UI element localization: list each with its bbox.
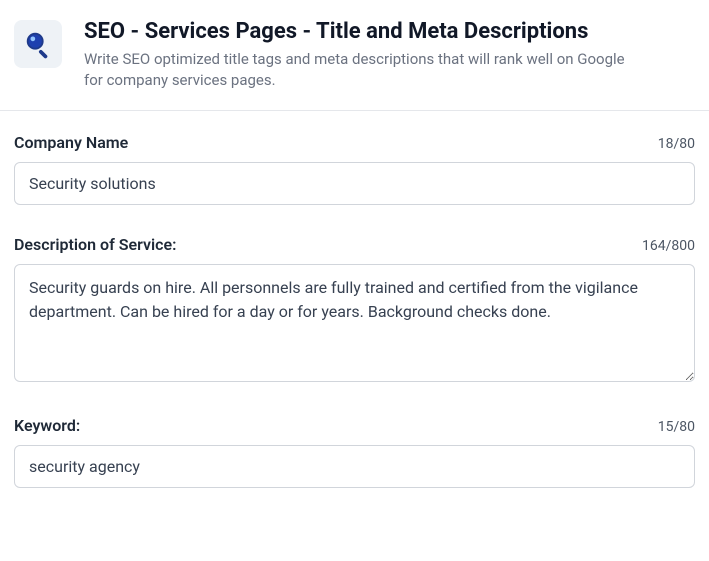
magnifier-icon-box — [14, 20, 62, 68]
page-title: SEO - Services Pages - Title and Meta De… — [84, 18, 695, 47]
keyword-field: Keyword: 15/80 — [14, 416, 695, 488]
keyword-counter: 15/80 — [658, 419, 695, 435]
description-counter: 164/800 — [642, 238, 695, 254]
description-input[interactable] — [14, 264, 695, 382]
description-field: Description of Service: 164/800 — [14, 235, 695, 386]
keyword-input[interactable] — [14, 445, 695, 488]
page-subtitle: Write SEO optimized title tags and meta … — [84, 49, 644, 93]
company-name-label: Company Name — [14, 133, 128, 152]
form-area: Company Name 18/80 Description of Servic… — [0, 111, 709, 488]
keyword-label: Keyword: — [14, 416, 80, 435]
description-label: Description of Service: — [14, 235, 177, 254]
company-name-counter: 18/80 — [658, 136, 695, 152]
page-header: SEO - Services Pages - Title and Meta De… — [0, 0, 709, 111]
company-name-field: Company Name 18/80 — [14, 133, 695, 205]
field-header: Company Name 18/80 — [14, 133, 695, 152]
field-header: Keyword: 15/80 — [14, 416, 695, 435]
header-text: SEO - Services Pages - Title and Meta De… — [84, 18, 695, 92]
field-header: Description of Service: 164/800 — [14, 235, 695, 254]
magnifier-icon — [23, 29, 53, 59]
company-name-input[interactable] — [14, 162, 695, 205]
